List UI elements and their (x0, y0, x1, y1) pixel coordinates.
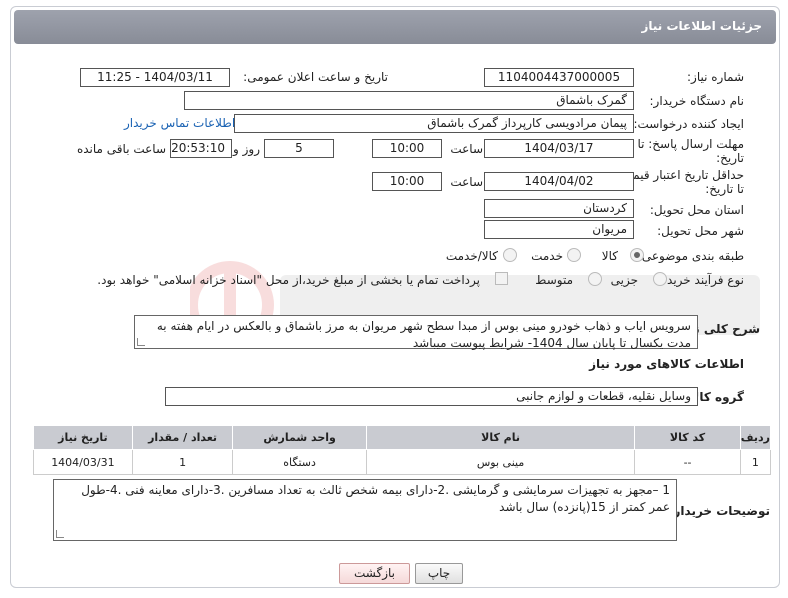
reply-deadline-time: 10:00 (372, 139, 442, 158)
public-announce-field: 1404/03/11 - 11:25 (80, 68, 230, 87)
description-textarea[interactable]: سرویس ایاب و ذهاب خودرو مینی بوس از مبدا… (134, 315, 698, 350)
buyer-notes-text: 1 –مجهز به تجهیزات سرمایشی و گرمایشی .2-… (81, 483, 670, 514)
need-number-label: شماره نیاز: (687, 70, 744, 84)
reply-days-field: 5 (264, 139, 334, 158)
category-option-service: خدمت (531, 249, 563, 263)
back-button[interactable]: بازگشت (339, 563, 410, 584)
buyer-notes-textarea[interactable]: 1 –مجهز به تجهیزات سرمایشی و گرمایشی .2-… (53, 479, 677, 541)
remaining-time-label: ساعت باقی مانده (76, 142, 166, 156)
category-label: طبقه بندی موضوعی: (637, 249, 744, 263)
cell-item-name: مینی بوس (365, 449, 636, 475)
category-radio-goods[interactable] (630, 248, 644, 262)
col-quantity: تعداد / مقدار (131, 425, 234, 450)
resize-handle-icon[interactable] (137, 338, 145, 346)
city-label: شهر محل تحویل: (657, 224, 744, 238)
buyer-org-field: گمرک باشماق (184, 91, 634, 110)
resize-handle-icon[interactable] (56, 530, 64, 538)
print-button[interactable]: چاپ (415, 563, 463, 584)
public-announce-label: تاریخ و ساعت اعلان عمومی: (243, 70, 388, 84)
col-item-code: کد کالا (634, 425, 741, 450)
category-option-goods: کالا (601, 249, 618, 263)
col-item-name: نام کالا (365, 425, 636, 450)
price-validity-date: 1404/04/02 (484, 172, 634, 191)
treasury-payment-note: پرداخت تمام یا بخشی از مبلغ خرید،از محل … (97, 273, 480, 287)
goods-group-field: وسایل نقلیه، قطعات و لوازم جانبی (165, 387, 698, 406)
page-title: جزئیات اطلاعات نیاز (641, 19, 762, 33)
province-label: استان محل تحویل: (649, 203, 744, 217)
goods-section-title: اطلاعات کالاهای مورد نیاز (589, 357, 744, 371)
city-field: مریوان (484, 220, 634, 239)
requester-field: پیمان مرادویسی کارپرداز گمرک باشماق (234, 114, 634, 133)
cell-quantity: 1 (131, 449, 234, 475)
reply-deadline-date: 1404/03/17 (484, 139, 634, 158)
category-radio-goods-service[interactable] (503, 248, 517, 262)
category-option-goods-service: کالا/خدمت (445, 249, 498, 263)
col-need-date: تاریخ نیاز (33, 425, 133, 450)
cell-need-date: 1404/03/31 (33, 449, 133, 475)
province-field: کردستان (484, 199, 634, 218)
process-option-minor: جزیی (610, 273, 638, 287)
category-radio-service[interactable] (567, 248, 581, 262)
reply-deadline-label: مهلت ارسال پاسخ: تا تاریخ: (637, 137, 744, 165)
cell-item-code: -- (634, 449, 741, 475)
col-unit: واحد شمارش (232, 425, 367, 450)
buyer-notes-label: توضیحات خریدار: (668, 504, 770, 518)
remaining-time-field: 20:53:10 (170, 139, 232, 158)
price-validity-time-label: ساعت (450, 175, 483, 189)
price-validity-time: 10:00 (372, 172, 442, 191)
description-text: سرویس ایاب و ذهاب خودرو مینی بوس از مبدا… (156, 319, 691, 350)
process-radio-minor[interactable] (653, 272, 667, 286)
buyer-contact-link[interactable]: اطلاعات تماس خریدار (124, 116, 235, 130)
process-radio-medium[interactable] (588, 272, 602, 286)
col-row-number: ردیف (739, 425, 772, 450)
reply-deadline-time-label: ساعت (450, 142, 483, 156)
requester-label: ایجاد کننده درخواست: (633, 117, 744, 131)
goods-table: ردیف کد کالا نام کالا واحد شمارش تعداد /… (33, 425, 772, 475)
cell-unit: دستگاه (232, 449, 367, 475)
reply-days-label: روز و (233, 142, 260, 156)
treasury-payment-checkbox[interactable] (495, 272, 508, 285)
buyer-org-label: نام دستگاه خریدار: (649, 94, 745, 108)
table-header-row: ردیف کد کالا نام کالا واحد شمارش تعداد /… (33, 425, 772, 450)
process-label: نوع فرآیند خرید : (659, 273, 744, 287)
process-option-medium: متوسط (535, 273, 573, 287)
need-number-field: 1104004437000005 (484, 68, 634, 87)
cell-row-number: 1 (739, 449, 772, 475)
table-row: 1 -- مینی بوس دستگاه 1 1404/03/31 (33, 449, 772, 475)
